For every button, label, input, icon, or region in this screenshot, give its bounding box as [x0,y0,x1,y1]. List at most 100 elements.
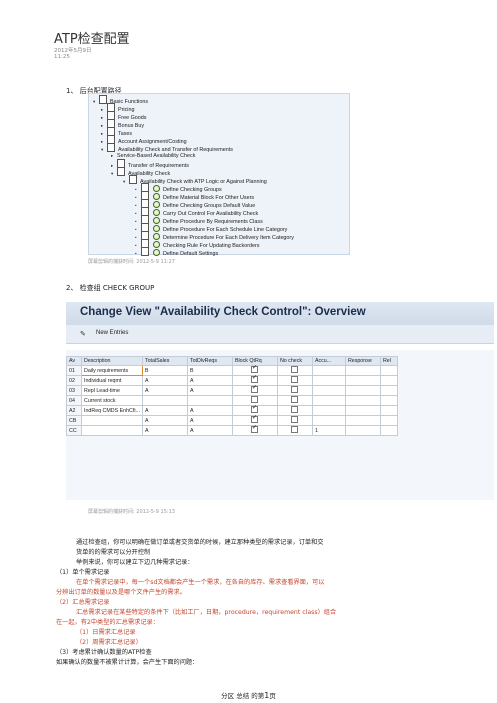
checkbox[interactable] [251,364,259,374]
cell-response[interactable] [344,385,381,397]
checkbox[interactable] [251,374,259,384]
column-header[interactable]: Response [344,355,381,367]
cell-tot-dlv-reqs[interactable]: A [186,385,233,397]
cell-total-sales[interactable]: A [141,405,188,417]
table-row[interactable]: 01 Daily requirements B B [66,364,398,377]
cell-response[interactable] [344,405,381,417]
column-header[interactable]: TotalSales [141,355,188,367]
execute-icon[interactable] [153,248,160,256]
cell-accu[interactable] [311,375,346,387]
cell-description[interactable]: Current stock [81,395,143,407]
cell-rel[interactable] [379,405,398,417]
text-p2: 货单的的需求可以分开控制 [76,549,151,556]
checkbox[interactable] [251,424,259,434]
cell-av[interactable]: CB [66,415,82,427]
cell-tot-dlv-reqs[interactable]: A [186,405,233,417]
cell-response[interactable] [344,415,381,427]
cell-accu[interactable] [311,365,346,377]
cell-av[interactable]: 04 [66,395,82,407]
column-header[interactable]: TotDlvReqs [186,355,233,367]
tree-item[interactable]: • Define Default Settings [135,247,219,257]
cell-no-check[interactable] [276,425,313,437]
cell-description[interactable] [81,425,143,437]
checkbox[interactable] [251,384,259,394]
cell-no-check[interactable] [276,365,313,377]
column-header[interactable]: Accu... [311,355,346,367]
cell-no-check[interactable] [276,375,313,387]
cell-rel[interactable] [379,415,398,427]
checkbox[interactable] [291,376,299,384]
table-row[interactable]: CB A A [66,414,398,427]
cell-total-sales[interactable] [141,395,188,407]
cell-total-sales[interactable]: A [141,375,188,387]
cell-tot-dlv-reqs[interactable]: A [186,415,233,427]
new-entries-button[interactable]: New Entries [96,330,128,336]
cell-rel[interactable] [379,385,398,397]
cell-description[interactable] [81,415,143,427]
cell-rel[interactable] [379,375,398,387]
cell-no-check[interactable] [276,395,313,407]
checkbox[interactable] [291,386,299,394]
cell-response[interactable] [344,365,381,377]
checkbox[interactable] [291,416,299,424]
cell-accu[interactable] [311,395,346,407]
cell-no-check[interactable] [276,405,313,417]
checkbox[interactable] [251,396,259,404]
section-2-heading: 2、 检查组 CHECK GROUP [66,284,155,292]
checkbox[interactable] [291,406,299,414]
cell-description[interactable]: IndReq CMDS EnhCfi... [81,405,143,417]
column-header[interactable]: Description [81,355,143,367]
checkbox[interactable] [291,366,299,374]
table-row[interactable]: 02 Individual reqmt A A [66,374,398,387]
cell-tot-dlv-reqs[interactable]: A [186,425,233,437]
cell-tot-dlv-reqs[interactable]: B [186,365,233,377]
cell-av[interactable]: 01 [66,365,82,377]
column-header[interactable]: Rel [379,355,398,367]
cell-tot-dlv-reqs[interactable]: A [186,375,233,387]
capture-caption-2: 屏幕剪辑的捕获时间: 2012-5-9 15:13 [88,509,175,515]
cell-no-check[interactable] [276,415,313,427]
cell-no-check[interactable] [276,385,313,397]
table-row[interactable]: 04 Current stock [66,395,398,407]
cell-total-sales[interactable]: A [141,415,188,427]
table-row[interactable]: A2 IndReq CMDS EnhCfi... A A [66,404,398,417]
capture-caption-1: 屏幕剪辑的捕获时间: 2012-5-9 11:27 [88,259,175,265]
column-header[interactable]: Av [66,355,82,367]
tree-item-label: Define Default Settings [163,251,219,257]
cell-total-sales[interactable]: B [141,365,188,377]
sap-toolbar: ✎ New Entries [66,325,494,344]
cell-response[interactable] [344,395,381,407]
cell-response[interactable] [344,375,381,387]
text-item2: （2）汇总需求记录 [56,599,110,606]
table-row[interactable]: CC AA 1 [66,424,398,437]
cell-total-sales[interactable]: A [141,425,188,437]
cell-av[interactable]: 02 [66,375,82,387]
cell-tot-dlv-reqs[interactable] [186,395,233,407]
cell-block-qtrq[interactable] [231,424,278,437]
checkbox[interactable] [291,396,299,404]
table-row[interactable]: 03 Repl Lead-time A A [66,384,398,397]
cell-description[interactable]: Repl Lead-time [81,385,143,397]
cell-accu[interactable]: 1 [311,425,346,437]
cell-accu[interactable] [311,385,346,397]
cell-accu[interactable] [311,405,346,417]
cell-accu[interactable] [311,415,346,427]
checkbox[interactable] [291,426,299,434]
text-item2d: （2）周需求汇总记录） [76,639,142,646]
cell-av[interactable]: CC [66,425,82,437]
checkbox[interactable] [251,404,259,414]
cell-total-sales[interactable]: A [141,385,188,397]
cell-block-qtrq[interactable] [231,384,278,397]
pencil-icon[interactable]: ✎ [80,330,86,338]
cell-rel[interactable] [379,395,398,407]
cell-description[interactable]: Daily requirements [81,365,143,377]
column-header[interactable]: No check [276,355,313,367]
cell-rel[interactable] [379,425,398,437]
checkbox[interactable] [251,414,259,424]
cell-response[interactable] [344,425,381,437]
text-item1: （1）单个需求记录 [56,569,110,576]
cell-description[interactable]: Individual reqmt [81,375,143,387]
cell-rel[interactable] [379,365,398,377]
cell-av[interactable]: 03 [66,385,82,397]
cell-av[interactable]: A2 [66,405,82,417]
